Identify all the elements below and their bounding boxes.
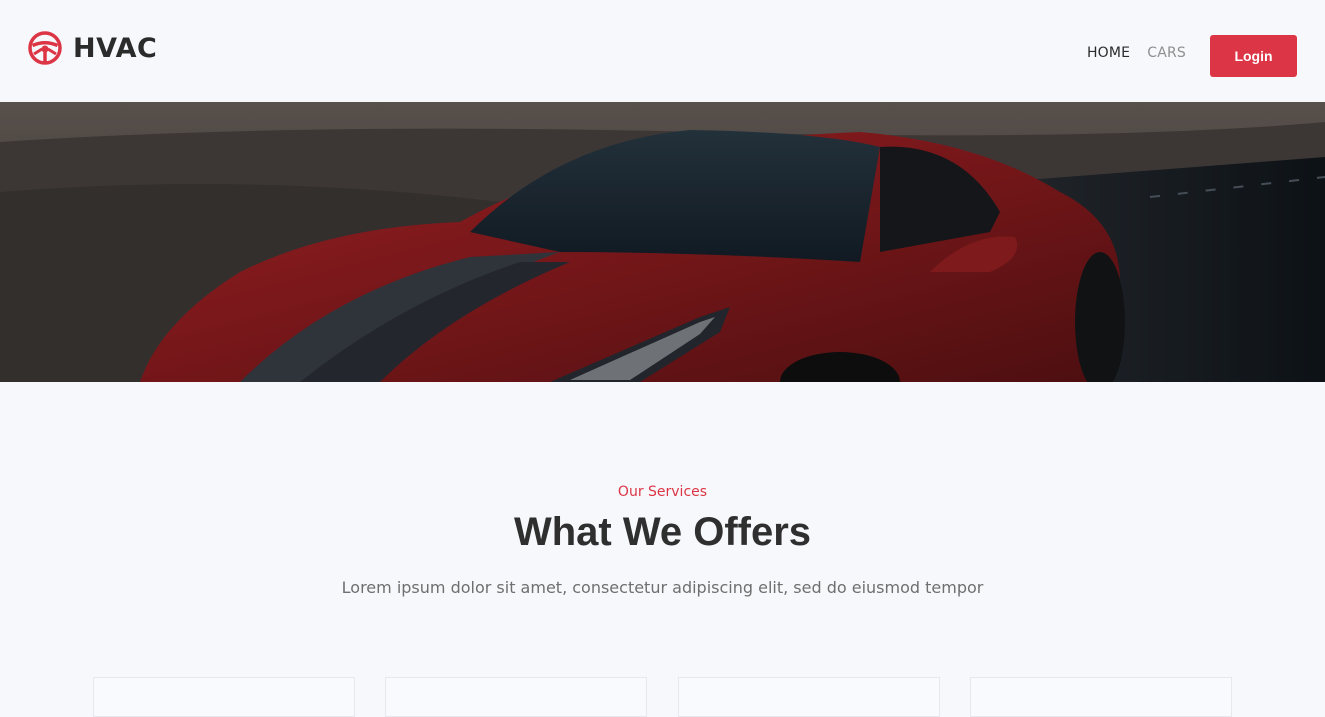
- hero-banner: [0, 102, 1325, 382]
- brand-logo[interactable]: HVAC: [27, 30, 157, 66]
- main-nav: HOME CARS: [1070, 45, 1186, 61]
- steering-wheel-icon: [27, 30, 63, 66]
- hero-car-image: [0, 102, 1325, 382]
- section-subtitle: Lorem ipsum dolor sit amet, consectetur …: [341, 578, 984, 597]
- service-card[interactable]: [678, 677, 940, 717]
- section-title: What We Offers: [513, 510, 812, 554]
- service-card[interactable]: [970, 677, 1232, 717]
- services-section: Our Services What We Offers Lorem ipsum …: [0, 382, 1325, 717]
- brand-name: HVAC: [73, 32, 158, 64]
- login-button[interactable]: Login: [1210, 35, 1297, 77]
- site-header: HVAC HOME CARS Login: [0, 0, 1325, 102]
- service-card[interactable]: [93, 677, 355, 717]
- service-card[interactable]: [385, 677, 647, 717]
- nav-item-cars[interactable]: CARS: [1147, 45, 1186, 61]
- nav-item-home[interactable]: HOME: [1087, 45, 1130, 61]
- section-eyebrow: Our Services: [617, 484, 708, 500]
